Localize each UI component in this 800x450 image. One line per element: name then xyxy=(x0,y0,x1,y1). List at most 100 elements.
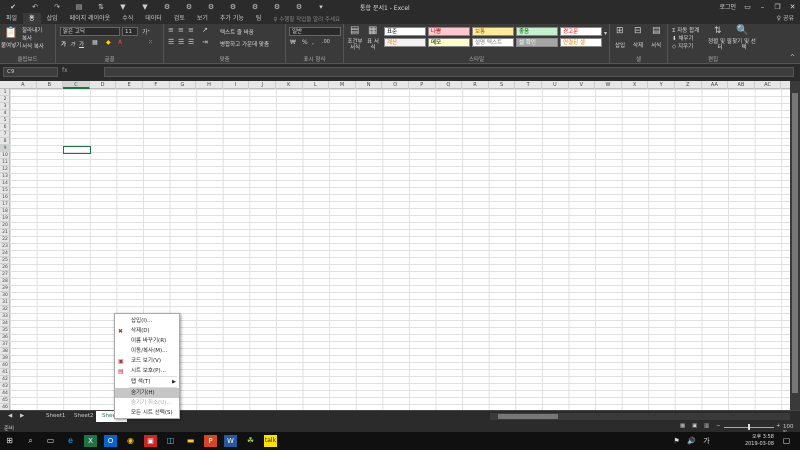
active-cell-c9[interactable] xyxy=(63,146,91,154)
align-center-icon[interactable]: ☰ xyxy=(178,38,184,46)
column-header[interactable]: T xyxy=(515,81,542,89)
format-cells-icon[interactable]: ▤ xyxy=(652,26,661,36)
tab-9[interactable]: 팀 xyxy=(250,13,268,24)
column-header[interactable]: C xyxy=(63,81,90,89)
cell-style-5[interactable]: 계산 xyxy=(384,38,426,47)
network-icon[interactable]: ⚑ xyxy=(670,435,683,447)
column-header[interactable]: S xyxy=(489,81,516,89)
column-header[interactable]: W xyxy=(595,81,622,89)
fill-button[interactable]: ⬇ 채우기 xyxy=(672,34,694,42)
page-layout-icon[interactable]: ▣ xyxy=(692,423,697,429)
next-sheet-icon[interactable]: ▶ xyxy=(20,411,24,422)
row-header[interactable]: 11 xyxy=(0,159,10,166)
column-header[interactable]: AB xyxy=(728,81,755,89)
volume-icon[interactable]: 🔊 xyxy=(685,435,698,447)
number-format-select[interactable]: 일반 xyxy=(289,27,341,36)
column-header[interactable]: P xyxy=(409,81,436,89)
outlook-icon[interactable]: O xyxy=(104,435,117,447)
tab-0[interactable]: 파일 xyxy=(0,13,23,24)
windows-start-icon[interactable]: ⊞ xyxy=(3,435,16,447)
sheet-tab-2[interactable]: Sheet2 xyxy=(68,411,99,422)
row-header[interactable]: 32 xyxy=(0,306,10,313)
share-button[interactable]: ♀ 공유 xyxy=(777,13,794,24)
column-header[interactable]: Y xyxy=(648,81,675,89)
cell-style-0[interactable]: 표준 xyxy=(384,27,426,36)
row-header[interactable]: 7 xyxy=(0,131,10,138)
formula-input[interactable] xyxy=(104,67,794,77)
column-header[interactable]: E xyxy=(116,81,143,89)
row-header[interactable]: 19 xyxy=(0,215,10,222)
row-header[interactable]: 13 xyxy=(0,173,10,180)
collapse-ribbon-icon[interactable]: ^ xyxy=(790,54,795,61)
font-size-select[interactable]: 11 xyxy=(122,27,138,36)
row-header[interactable]: 10 xyxy=(0,152,10,159)
row-header[interactable]: 2 xyxy=(0,96,10,103)
save-icon[interactable]: ✔ xyxy=(2,3,24,11)
row-header[interactable]: 6 xyxy=(0,124,10,131)
cell-style-9[interactable]: 연결된 셀 xyxy=(560,38,602,47)
align-middle-icon[interactable]: ≡ xyxy=(178,26,184,34)
row-header[interactable]: 44 xyxy=(0,390,10,397)
app2-icon[interactable]: ◫ xyxy=(164,435,177,447)
redo-icon[interactable]: ↷ xyxy=(46,3,68,11)
row-header[interactable]: 14 xyxy=(0,180,10,187)
filter-icon[interactable]: ▼ xyxy=(112,3,134,11)
column-header[interactable]: V xyxy=(569,81,596,89)
files-icon[interactable]: ▬ xyxy=(184,435,197,447)
font-name-select[interactable]: 맑은 고딕 xyxy=(60,27,120,36)
column-header[interactable]: J xyxy=(249,81,276,89)
row-header[interactable]: 17 xyxy=(0,201,10,208)
prev-sheet-icon[interactable]: ◀ xyxy=(8,411,12,422)
zoom-slider-thumb[interactable] xyxy=(748,424,750,430)
column-header[interactable]: R xyxy=(462,81,489,89)
ribbon-display-icon[interactable]: ▭ xyxy=(740,3,755,11)
horizontal-scroll-thumb[interactable] xyxy=(498,414,558,419)
tab-5[interactable]: 데이터 xyxy=(139,13,168,24)
border-icon[interactable]: ▦ xyxy=(92,39,98,46)
column-header[interactable]: G xyxy=(170,81,197,89)
wrap-text-button[interactable]: 텍스트 줄 바꿈 xyxy=(220,28,254,36)
chart-icon[interactable]: ⚙ xyxy=(178,3,200,11)
row-header[interactable]: 18 xyxy=(0,208,10,215)
grow-font-icon[interactable]: 가ᐩ xyxy=(142,27,150,36)
context-menu-item[interactable]: 숨기기(H) xyxy=(115,388,179,398)
tab-7[interactable]: 보기 xyxy=(191,13,214,24)
row-header[interactable]: 29 xyxy=(0,285,10,292)
row-header[interactable]: 20 xyxy=(0,222,10,229)
chart-icon[interactable]: ⚙ xyxy=(200,3,222,11)
game-icon[interactable]: ☘ xyxy=(244,435,257,447)
cell-style-6[interactable]: 메모 xyxy=(428,38,470,47)
sort-filter-icon[interactable]: ⇅ xyxy=(714,26,722,36)
row-header[interactable]: 34 xyxy=(0,320,10,327)
chat-icon[interactable]: talk xyxy=(264,435,277,447)
cell-style-2[interactable]: 보통 xyxy=(472,27,514,36)
row-header[interactable]: 30 xyxy=(0,292,10,299)
format-painter-button[interactable]: 서식 복사 xyxy=(22,42,44,50)
row-header[interactable]: 21 xyxy=(0,229,10,236)
column-header[interactable]: K xyxy=(276,81,303,89)
autosum-button[interactable]: Σ 자동 합계 xyxy=(672,26,699,34)
column-header[interactable]: D xyxy=(90,81,117,89)
column-header[interactable]: A xyxy=(10,81,37,89)
row-header[interactable]: 43 xyxy=(0,383,10,390)
row-header[interactable]: 40 xyxy=(0,362,10,369)
row-header[interactable]: 16 xyxy=(0,194,10,201)
format-button[interactable]: 서식 xyxy=(651,41,661,49)
phonetic-icon[interactable]: ⁙ xyxy=(148,39,153,46)
row-header[interactable]: 25 xyxy=(0,257,10,264)
align-right-icon[interactable]: ☰ xyxy=(188,38,194,46)
conditional-format-icon[interactable]: ▤ xyxy=(350,25,359,36)
normal-view-icon[interactable]: ▦ xyxy=(680,423,685,429)
row-header[interactable]: 39 xyxy=(0,355,10,362)
delete-cells-icon[interactable]: ⊟ xyxy=(634,26,642,36)
find-select-icon[interactable]: 🔍 xyxy=(736,25,748,36)
clear-button[interactable]: ◇ 지우기 xyxy=(672,42,693,50)
restore-icon[interactable]: ❐ xyxy=(770,3,785,11)
zoom-out-icon[interactable]: − xyxy=(716,423,721,429)
cell-style-8[interactable]: 셀 확인 xyxy=(516,38,558,47)
column-header[interactable]: F xyxy=(143,81,170,89)
format-table-button[interactable]: 표 서식 xyxy=(366,39,380,51)
indent-icon[interactable]: ⇥ xyxy=(202,38,208,46)
row-header[interactable]: 36 xyxy=(0,334,10,341)
chart-icon[interactable]: ⚙ xyxy=(266,3,288,11)
